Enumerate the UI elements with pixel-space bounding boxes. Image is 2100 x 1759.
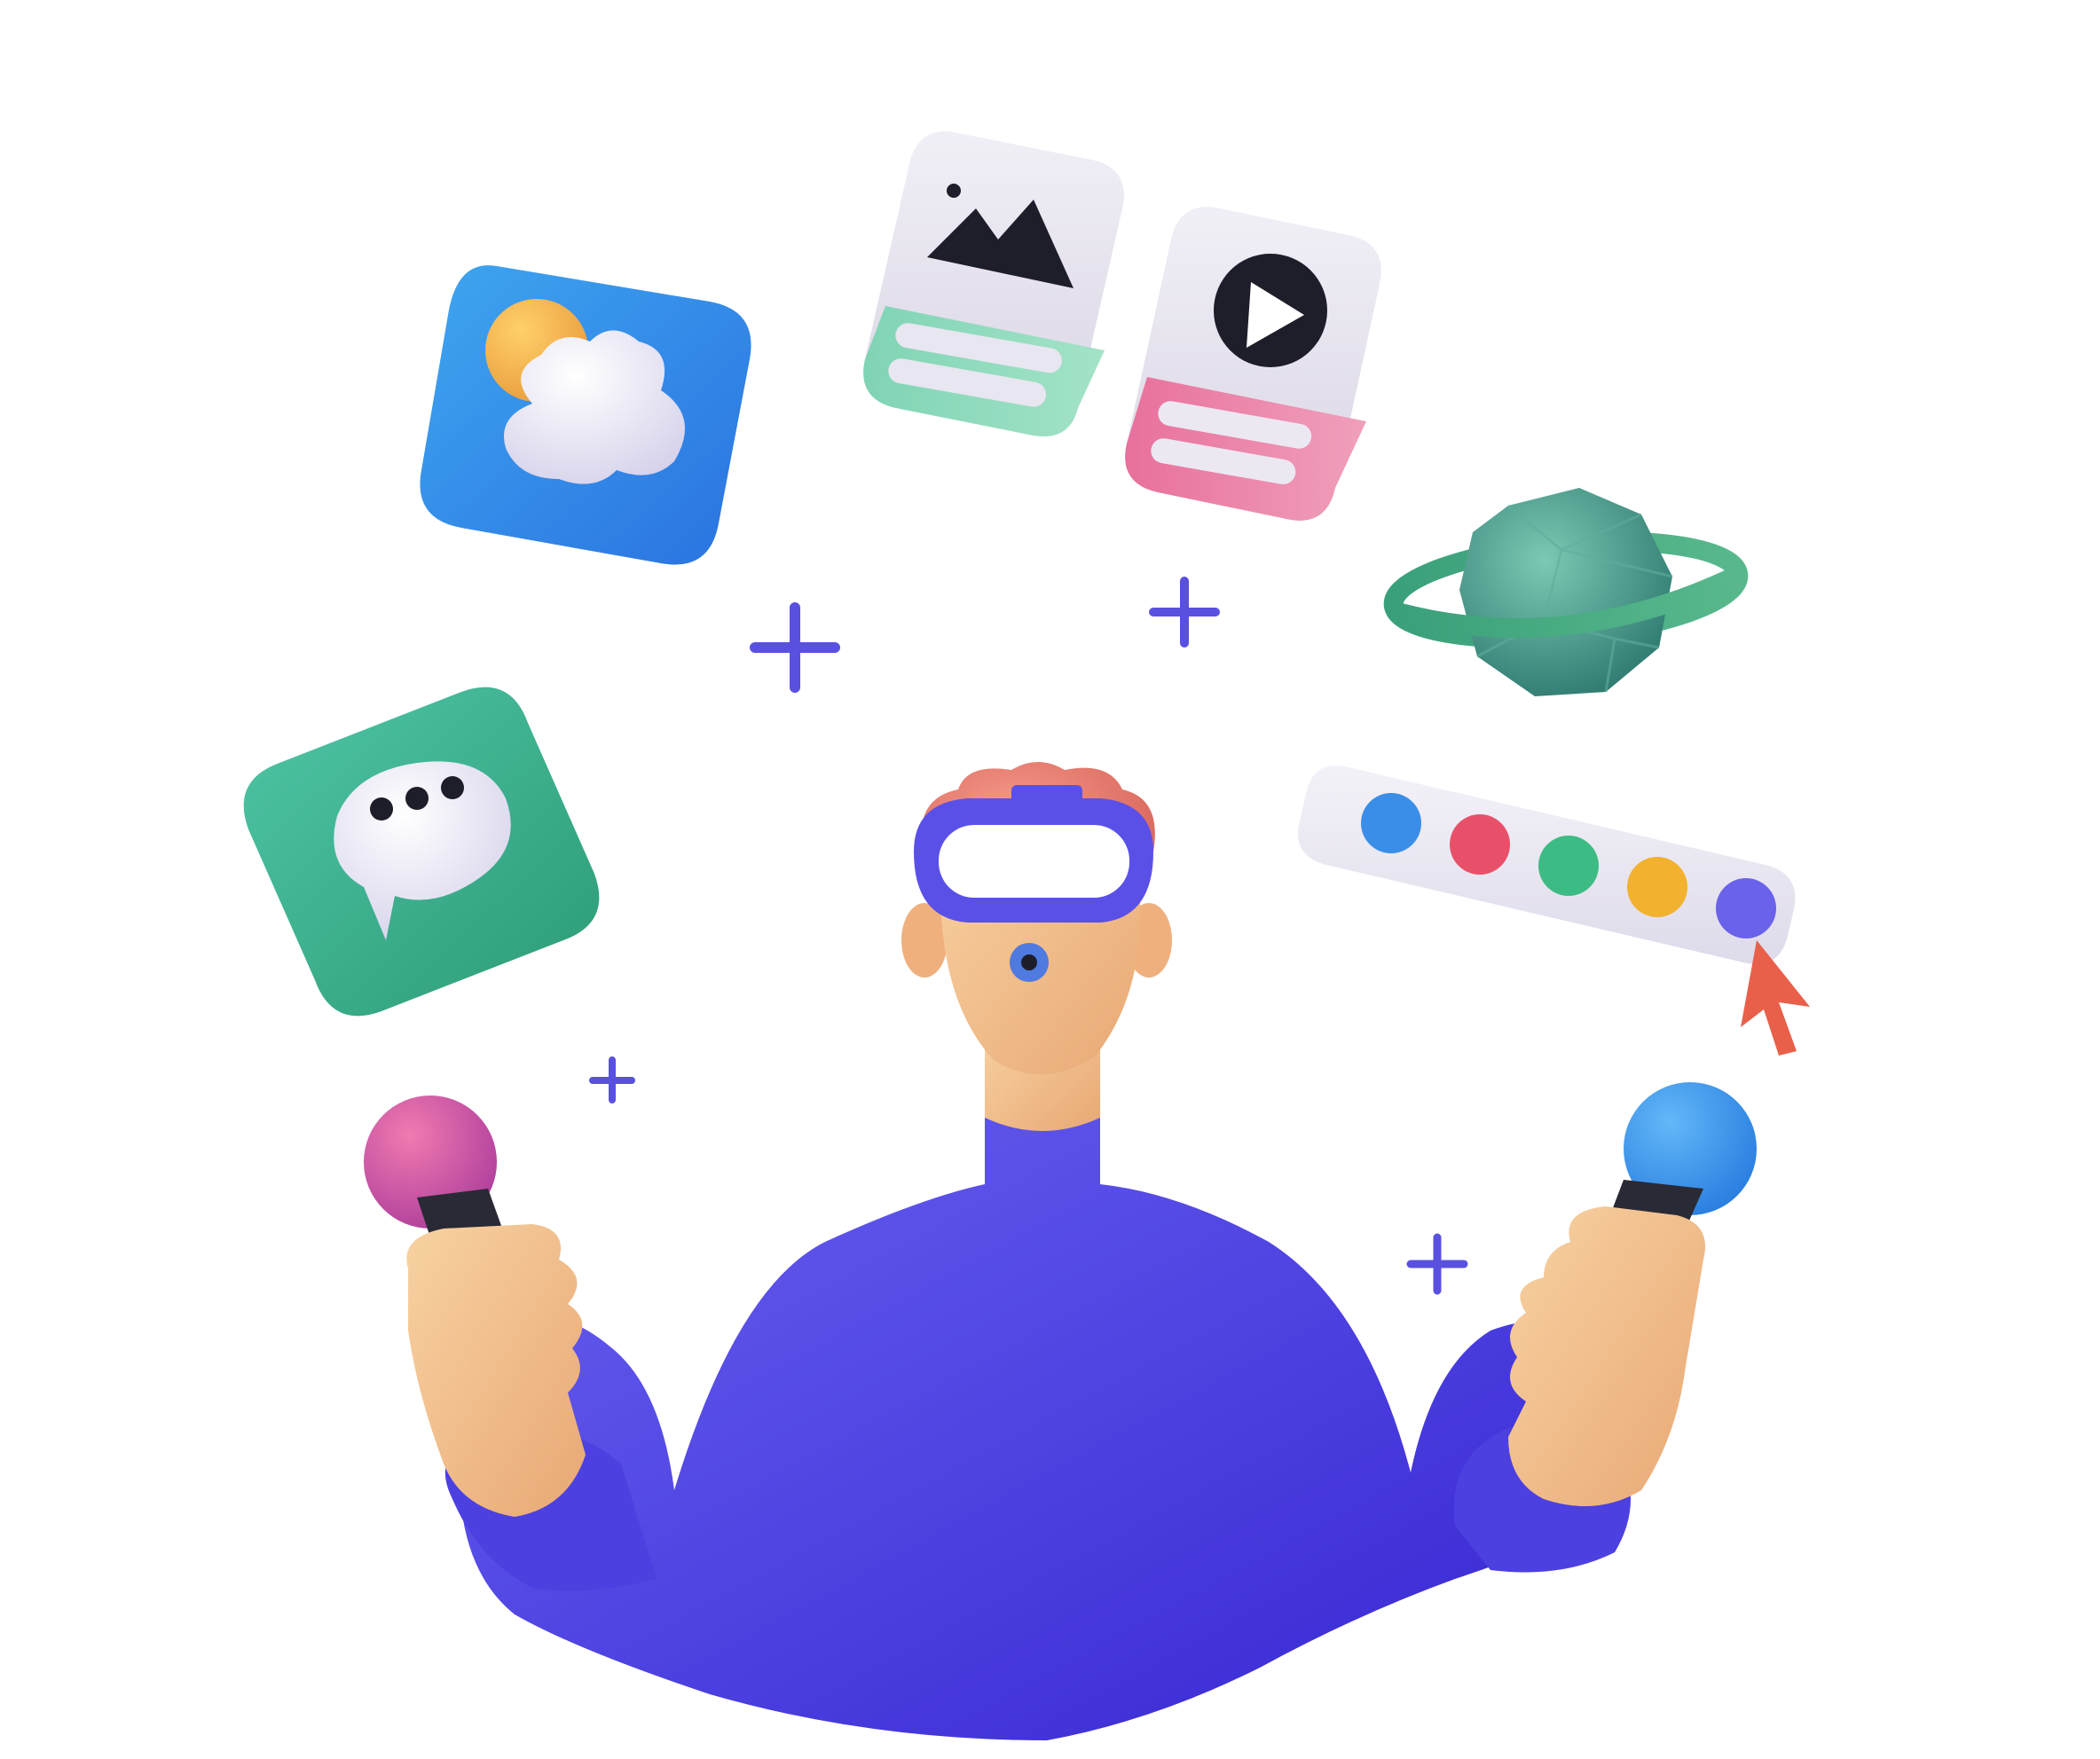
planet-icon [1383,488,1749,696]
sparkle-icon-3 [589,1056,635,1103]
sparkle-icon-2 [1149,577,1220,648]
palette-swatch-yellow [1627,857,1687,917]
palette-swatch-purple [1716,878,1776,938]
sparkle-icon-1 [750,602,840,693]
right-hand [1508,1206,1705,1506]
image-card-icon [863,131,1124,436]
color-palette-bar [1298,766,1810,1056]
sparkle-icon-4 [1406,1233,1468,1295]
vr-headset [914,785,1153,923]
left-hand [406,1224,586,1517]
weather-app-icon [420,265,751,565]
chat-app-icon [243,687,600,1017]
video-card-icon [1125,207,1381,521]
vr-visor [939,825,1129,898]
palette-swatch-blue [1361,793,1421,853]
shirt [457,1100,1633,1740]
vr-illustration [0,0,2100,1759]
palette-swatch-red [1450,814,1510,875]
palette-swatch-green [1538,836,1599,896]
